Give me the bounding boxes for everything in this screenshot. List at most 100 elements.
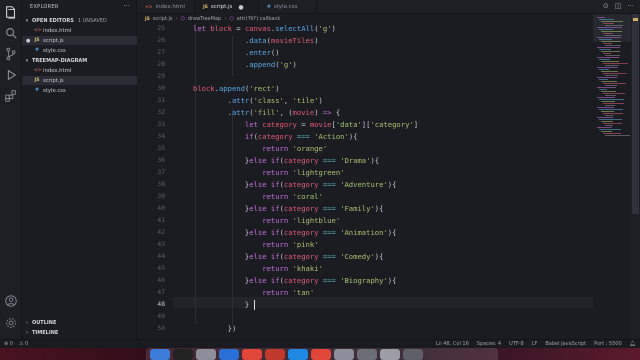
vscode-icon[interactable]	[219, 348, 239, 360]
cursor-position[interactable]: Ln 48, Col 16	[436, 341, 469, 347]
tab-script-js[interactable]: JS script.js ●	[195, 0, 259, 14]
extensions-icon[interactable]	[4, 89, 18, 103]
minimap-line	[599, 89, 607, 90]
html-file-icon: <>	[34, 68, 42, 73]
unsaved-dot-icon[interactable]: ●	[26, 38, 34, 44]
errors-count[interactable]: ⊗ 0	[4, 341, 13, 347]
open-editors-header[interactable]: ▾ OPEN EDITORS 1 UNSAVED	[24, 16, 137, 25]
minimap-line	[597, 67, 618, 68]
line-number: 32	[157, 109, 165, 116]
minimap-line	[597, 97, 615, 98]
file-label: script.js	[43, 37, 64, 44]
app-icon[interactable]	[380, 348, 400, 360]
app-icon[interactable]	[334, 348, 354, 360]
minimap-line	[601, 61, 619, 62]
minimap-line	[603, 43, 612, 44]
account-icon[interactable]	[4, 294, 18, 308]
minimap-line	[601, 121, 613, 122]
explorer-icon[interactable]	[4, 5, 18, 19]
minimap-line	[605, 85, 617, 86]
folder-file-item[interactable]: # style.css	[22, 86, 137, 95]
chevron-right-icon: ›	[25, 319, 29, 326]
run-debug-icon[interactable]	[4, 68, 18, 82]
code-line-35: return 'orange'	[262, 144, 328, 153]
code-line-46: }else if(category === 'Biography'){	[193, 276, 397, 285]
app-icon[interactable]	[311, 348, 331, 360]
go-live-icon[interactable]: ⊙	[603, 2, 609, 10]
function-symbol-icon: ⬡	[229, 16, 234, 22]
minimap-line	[597, 117, 613, 118]
breadcrumb-callback[interactable]: attr('fill') callback	[237, 16, 281, 22]
folder-header[interactable]: ▾ TREEMAP-DIAGRAM	[24, 56, 137, 65]
source-control-icon[interactable]	[4, 47, 18, 61]
desktop-background	[0, 348, 640, 360]
code-line-34: if(category === 'Action'){	[244, 132, 358, 141]
minimap-line	[601, 91, 616, 92]
more-actions-icon[interactable]: ···	[123, 2, 130, 10]
trash-icon[interactable]	[403, 348, 423, 360]
chevron-right-icon: ›	[224, 16, 227, 22]
open-editor-item[interactable]: # style.css	[22, 46, 137, 55]
minimap-line	[601, 31, 622, 32]
code-editor[interactable]: 25 26 27 28 29 30 31 32 33 34 35 36 37 38 39 40 41 42 43 44…	[137, 24, 593, 348]
minimap-line	[603, 133, 621, 134]
warnings-count[interactable]: ⚠ 0	[19, 341, 28, 347]
code-content[interactable]: let block = canvas.selectAll('g') .data(…	[193, 24, 593, 348]
folder-file-item[interactable]: <> index.html	[22, 66, 137, 75]
chrome-icon[interactable]	[242, 348, 262, 360]
more-actions-icon[interactable]: ···	[627, 2, 634, 10]
minimap-line	[605, 135, 630, 136]
tab-label: index.html	[155, 4, 185, 10]
css-file-icon: #	[35, 48, 39, 53]
breadcrumb-function[interactable]: drawTreeMap	[188, 16, 221, 22]
minimap-line	[605, 65, 619, 66]
unsaved-dot-icon[interactable]: ●	[238, 4, 243, 11]
minimap-line	[605, 35, 622, 36]
minimap-line	[599, 119, 622, 120]
line-number: 39	[157, 193, 165, 200]
terminal-icon[interactable]	[173, 348, 193, 360]
line-ending[interactable]: LF	[532, 341, 538, 347]
indentation[interactable]: Spaces: 4	[477, 341, 501, 347]
minimap-line	[597, 127, 612, 128]
outline-label: OUTLINE	[32, 319, 57, 326]
tab-style-css[interactable]: # style.css	[259, 0, 317, 14]
encoding[interactable]: UTF-8	[509, 341, 524, 347]
timeline-header[interactable]: › TIMELINE	[24, 328, 137, 337]
text-cursor	[254, 300, 255, 310]
js-file-icon: JS	[203, 4, 208, 10]
code-line-28: .append('g')	[193, 60, 297, 69]
line-number: 27	[157, 49, 165, 56]
finder-icon[interactable]	[150, 348, 170, 360]
language-mode[interactable]: Babel JavaScript	[545, 341, 586, 347]
search-icon[interactable]	[4, 26, 18, 40]
folder-file-item[interactable]: JS script.js	[22, 76, 137, 85]
minimap-line	[599, 39, 612, 40]
minimap-line	[599, 19, 614, 20]
minimap-line	[601, 131, 612, 132]
vertical-scrollbar[interactable]	[631, 14, 640, 348]
breadcrumb-file[interactable]: script.js	[153, 16, 173, 22]
system-preferences-icon[interactable]	[357, 348, 377, 360]
line-number: 41	[157, 217, 165, 224]
split-editor-icon[interactable]: ◫	[615, 2, 622, 10]
chevron-down-icon: ▾	[25, 17, 29, 24]
launchpad-icon[interactable]	[196, 348, 216, 360]
folder-label: TREEMAP-DIAGRAM	[32, 57, 88, 64]
outline-header[interactable]: › OUTLINE	[24, 318, 137, 327]
minimap[interactable]	[593, 14, 631, 348]
css-file-icon: #	[35, 88, 39, 93]
line-number: 36	[157, 157, 165, 164]
settings-gear-icon[interactable]	[4, 316, 18, 330]
timeline-label: TIMELINE	[32, 329, 59, 336]
scrollbar-thumb[interactable]	[632, 14, 639, 214]
open-editor-item[interactable]: ● JS script.js	[22, 36, 137, 45]
app-icon[interactable]	[265, 348, 285, 360]
live-server-port[interactable]: Port : 5500	[594, 341, 622, 347]
scrollbar-marker	[633, 18, 638, 21]
tab-index-html[interactable]: <> index.html	[137, 0, 195, 14]
open-editor-item[interactable]: <> index.html	[22, 26, 137, 35]
code-line-45: return 'khaki'	[262, 264, 323, 273]
notifications-bell-icon[interactable]: 🔔︎	[630, 341, 636, 347]
app-store-icon[interactable]	[288, 348, 308, 360]
